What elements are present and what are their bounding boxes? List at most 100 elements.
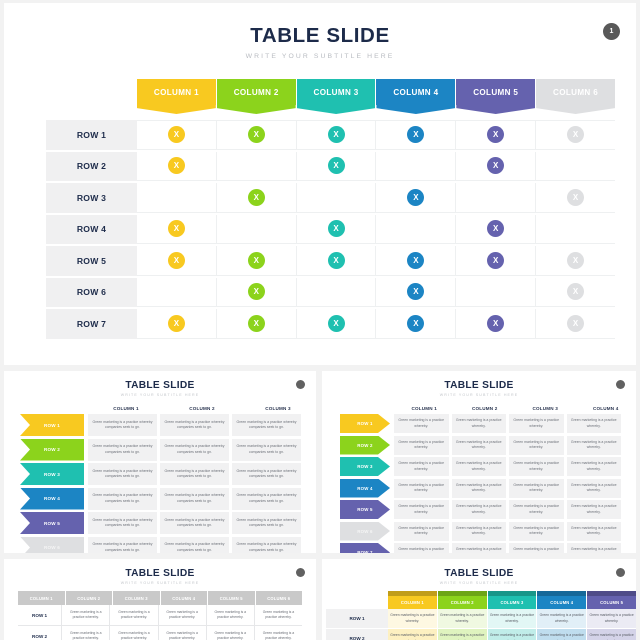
table-cell[interactable]: Green marketing is a practice whereby.	[253, 605, 302, 625]
table-cell[interactable]: Green marketing is a practice whereby.	[537, 609, 587, 628]
table-cell[interactable]: Green marketing is a practice whereby.	[566, 457, 621, 476]
column-header-4[interactable]: COLUMN 4	[160, 591, 208, 605]
table-cell[interactable]: Green marketing is a practice whereby co…	[88, 438, 157, 461]
row-label-arrow[interactable]: ROW 2	[340, 435, 390, 455]
row-label-ribbon[interactable]: ROW 1	[20, 414, 84, 436]
table-cell[interactable]: X	[137, 309, 217, 339]
table-cell[interactable]: Green marketing is a practice whereby.	[566, 478, 621, 498]
row-label-ribbon[interactable]: ROW 4	[20, 487, 84, 510]
table-cell[interactable]: Green marketing is a practice whereby.	[566, 521, 621, 541]
table-cell[interactable]: Green marketing is a practice whereby.	[388, 609, 437, 628]
table-cell[interactable]: Green marketing is a practice whereby.	[566, 414, 621, 433]
table-cell[interactable]	[536, 215, 615, 244]
table-cell[interactable]: X	[216, 309, 297, 339]
table-cell[interactable]: X	[216, 120, 297, 150]
table-cell[interactable]: X	[536, 309, 615, 339]
table-cell[interactable]: Green marketing is a practice whereby co…	[160, 536, 229, 553]
column-header-5[interactable]: COLUMN 5	[587, 596, 636, 609]
table-cell[interactable]: Green marketing is a practice whereby co…	[232, 487, 301, 510]
column-header-3[interactable]: COLUMN 3	[113, 591, 161, 605]
table-cell[interactable]: Green marketing is a practice whereby co…	[232, 438, 301, 461]
table-cell[interactable]: Green marketing is a practice whereby.	[509, 457, 564, 476]
table-cell[interactable]: X	[376, 309, 457, 339]
column-header-4[interactable]: COLUMN 4	[376, 79, 456, 114]
table-cell[interactable]: X	[216, 246, 297, 276]
table-cell[interactable]: X	[376, 183, 457, 213]
table-cell[interactable]: Green marketing is a practice whereby.	[205, 626, 254, 640]
table-cell[interactable]: Green marketing is a practice whereby.	[587, 609, 636, 628]
table-cell[interactable]: X	[137, 214, 217, 244]
table-cell[interactable]: X	[456, 214, 537, 244]
table-cell[interactable]: Green marketing is a practice whereby co…	[88, 487, 157, 510]
column-header-1[interactable]: COLUMN 1	[137, 79, 216, 114]
table-cell[interactable]: Green marketing is a practice whereby.	[394, 543, 449, 553]
table-cell[interactable]	[296, 183, 377, 213]
column-header-2[interactable]: COLUMN 2	[437, 596, 487, 609]
table-cell[interactable]: X	[376, 120, 457, 150]
column-header-6[interactable]: COLUMN 6	[255, 591, 302, 605]
table-cell[interactable]	[456, 183, 537, 213]
row-label-arrow[interactable]: ROW 7	[340, 543, 390, 553]
table-cell[interactable]: Green marketing is a practice whereby.	[109, 605, 157, 625]
table-cell[interactable]: X	[536, 246, 615, 276]
table-cell[interactable]: Green marketing is a practice whereby.	[537, 629, 587, 640]
table-cell[interactable]: Green marketing is a practice whereby.	[451, 500, 506, 519]
table-cell[interactable]: X	[536, 120, 615, 150]
table-cell[interactable]: Green marketing is a practice whereby.	[394, 414, 449, 433]
table-cell[interactable]: X	[296, 214, 377, 244]
table-cell[interactable]: Green marketing is a practice whereby.	[451, 414, 506, 433]
table-cell[interactable]: Green marketing is a practice whereby co…	[160, 414, 229, 436]
table-cell[interactable]: X	[296, 120, 377, 150]
table-cell[interactable]: Green marketing is a practice whereby.	[205, 605, 254, 625]
table-cell[interactable]: X	[216, 277, 297, 307]
table-cell[interactable]: Green marketing is a practice whereby co…	[232, 463, 301, 485]
table-cell[interactable]: Green marketing is a practice whereby.	[109, 626, 157, 640]
table-cell[interactable]	[216, 151, 297, 181]
column-header-3[interactable]: COLUMN 3	[296, 79, 376, 114]
table-cell[interactable]: Green marketing is a practice whereby co…	[160, 487, 229, 510]
table-cell[interactable]: X	[137, 151, 217, 181]
table-cell[interactable]: Green marketing is a practice whereby.	[487, 609, 537, 628]
row-label-ribbon[interactable]: ROW 6	[20, 536, 84, 553]
table-cell[interactable]: Green marketing is a practice whereby.	[566, 543, 621, 553]
table-cell[interactable]: Green marketing is a practice whereby.	[253, 626, 302, 640]
table-cell[interactable]: Green marketing is a practice whereby co…	[232, 414, 301, 436]
table-cell[interactable]	[296, 277, 377, 307]
table-cell[interactable]	[137, 277, 217, 307]
column-header-1[interactable]: COLUMN 1	[388, 596, 437, 609]
table-cell[interactable]: Green marketing is a practice whereby.	[587, 629, 636, 640]
table-cell[interactable]: Green marketing is a practice whereby co…	[160, 512, 229, 534]
row-label-ribbon[interactable]: ROW 3	[20, 463, 84, 485]
table-cell[interactable]: X	[376, 246, 457, 276]
table-cell[interactable]: Green marketing is a practice whereby.	[509, 414, 564, 433]
table-cell[interactable]: Green marketing is a practice whereby.	[566, 500, 621, 519]
table-cell[interactable]: Green marketing is a practice whereby.	[509, 500, 564, 519]
row-label-arrow[interactable]: ROW 5	[340, 500, 390, 519]
table-cell[interactable]: Green marketing is a practice whereby.	[451, 435, 506, 455]
table-cell[interactable]: Green marketing is a practice whereby.	[394, 478, 449, 498]
column-header-1[interactable]: COLUMN 1	[18, 591, 66, 605]
thumbnail-slide-2[interactable]: TABLE SLIDE WRITE YOUR SUBTITLE HERE COL…	[4, 371, 316, 553]
table-cell[interactable]: X	[456, 246, 537, 276]
table-cell[interactable]: Green marketing is a practice whereby.	[388, 629, 437, 640]
table-cell[interactable]: Green marketing is a practice whereby co…	[232, 536, 301, 553]
table-cell[interactable]: Green marketing is a practice whereby.	[394, 457, 449, 476]
table-cell[interactable]: Green marketing is a practice whereby.	[157, 605, 206, 625]
row-label-ribbon[interactable]: ROW 2	[20, 438, 84, 461]
table-cell[interactable]: Green marketing is a practice whereby.	[61, 605, 109, 625]
table-cell[interactable]: Green marketing is a practice whereby co…	[88, 463, 157, 485]
thumbnail-slide-3[interactable]: TABLE SLIDE WRITE YOUR SUBTITLE HERE COL…	[322, 371, 636, 553]
table-cell[interactable]	[456, 277, 537, 307]
table-cell[interactable]: X	[137, 246, 217, 276]
column-header-5[interactable]: COLUMN 5	[208, 591, 256, 605]
table-cell[interactable]: Green marketing is a practice whereby.	[509, 478, 564, 498]
table-cell[interactable]	[376, 214, 457, 244]
table-cell[interactable]: X	[216, 183, 297, 213]
row-label-ribbon[interactable]: ROW 5	[20, 512, 84, 534]
table-cell[interactable]: X	[376, 277, 457, 307]
table-cell[interactable]: Green marketing is a practice whereby.	[451, 521, 506, 541]
table-cell[interactable]	[137, 183, 217, 213]
table-cell[interactable]: Green marketing is a practice whereby.	[157, 626, 206, 640]
column-header-3[interactable]: COLUMN 3	[487, 596, 537, 609]
column-header-6[interactable]: COLUMN 6	[536, 79, 615, 114]
